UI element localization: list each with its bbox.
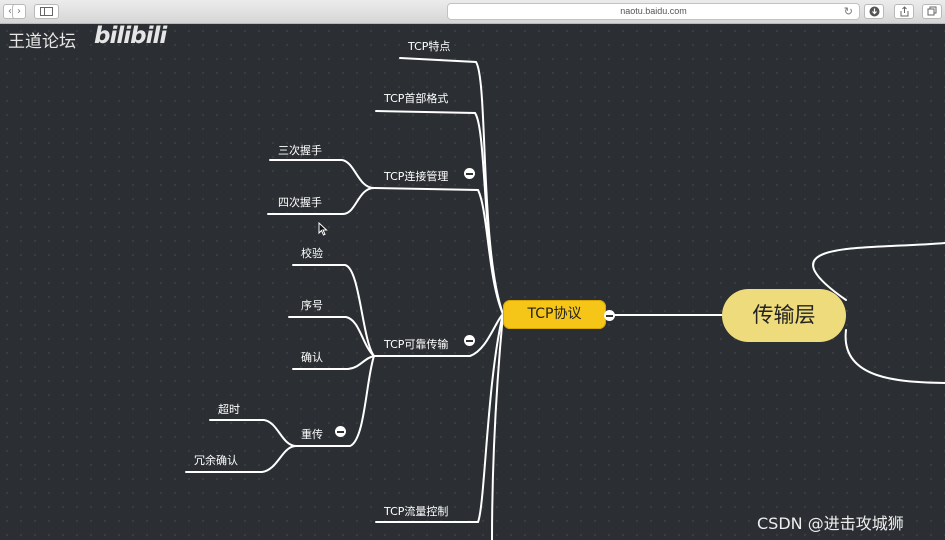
- node-tcp-features[interactable]: TCP特点: [408, 38, 450, 54]
- node-tcp-flow-control[interactable]: TCP流量控制: [384, 503, 448, 519]
- node-timeout[interactable]: 超时: [218, 401, 240, 417]
- connector-root-upper: [812, 242, 945, 301]
- node-retransmit[interactable]: 重传: [301, 426, 323, 442]
- csdn-credit: CSDN @进击攻城狮: [757, 514, 904, 533]
- connector-tcp-connection: [373, 187, 504, 315]
- node-three-way-handshake[interactable]: 三次握手: [278, 142, 322, 158]
- node-tcp-reliable[interactable]: TCP可靠传输: [384, 336, 448, 352]
- node-duplicate-ack[interactable]: 冗余确认: [194, 452, 238, 468]
- collapse-icon[interactable]: [335, 426, 346, 437]
- node-ack[interactable]: 确认: [301, 349, 323, 365]
- node-tcp-connection[interactable]: TCP连接管理: [384, 168, 448, 184]
- collapse-icon[interactable]: [604, 310, 615, 321]
- node-four-way-handshake[interactable]: 四次握手: [278, 194, 322, 210]
- mouse-cursor-icon: [318, 222, 328, 236]
- node-tcp-protocol[interactable]: TCP协议: [503, 300, 606, 329]
- connector-connection-syn: [269, 159, 375, 189]
- node-tcp-header[interactable]: TCP首部格式: [384, 90, 448, 106]
- node-checksum[interactable]: 校验: [301, 245, 323, 261]
- connector-root-lower: [844, 329, 945, 384]
- node-sequence[interactable]: 序号: [301, 297, 323, 313]
- collapse-icon[interactable]: [464, 168, 475, 179]
- collapse-icon[interactable]: [464, 335, 475, 346]
- connector-retrans-timeout: [209, 419, 297, 447]
- mindmap-connectors: [185, 57, 945, 540]
- node-transport-layer[interactable]: 传输层: [722, 289, 846, 342]
